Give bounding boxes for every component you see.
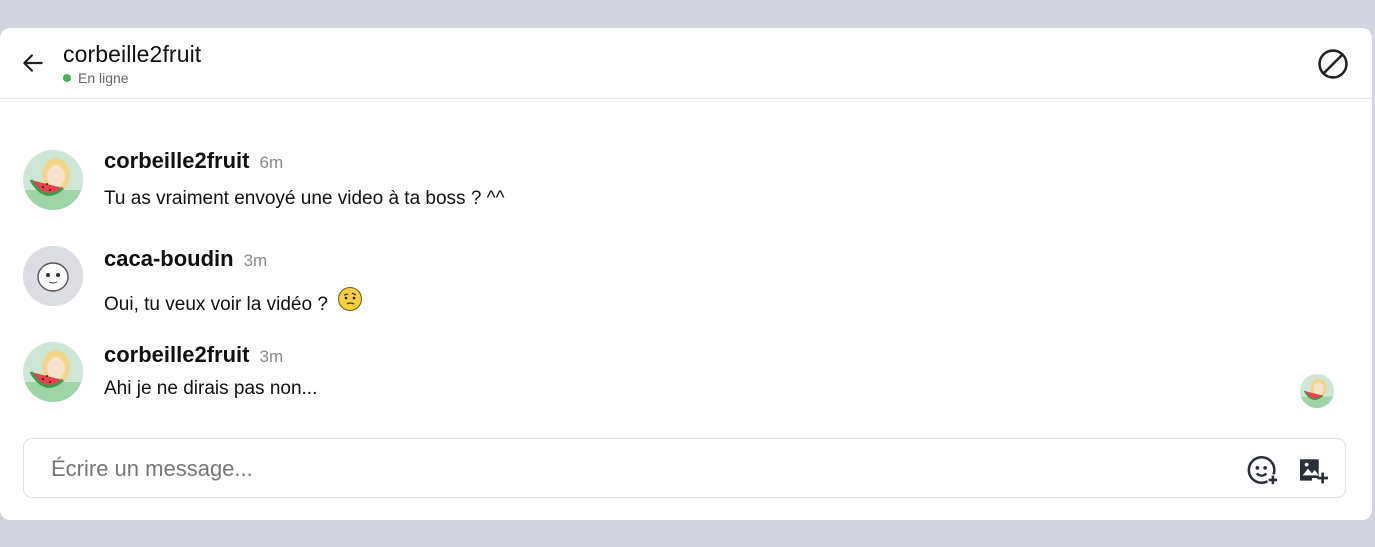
image-add-icon[interactable]	[1296, 454, 1328, 486]
online-dot	[63, 74, 71, 82]
message-composer	[23, 438, 1346, 499]
message-time: 3m	[259, 347, 284, 366]
online-status: En ligne	[63, 70, 129, 86]
arrow-left-icon[interactable]	[20, 50, 46, 76]
status-label: En ligne	[78, 70, 129, 86]
chat-header: corbeille2fruit En ligne	[0, 28, 1372, 99]
default-face-avatar-icon	[23, 246, 83, 306]
avatar[interactable]	[23, 150, 83, 210]
message-text: Tu as vraiment envoyé une video à ta bos…	[104, 188, 505, 209]
block-icon[interactable]	[1316, 47, 1350, 81]
message-author: corbeille2fruit	[104, 148, 250, 173]
message-input[interactable]	[49, 439, 1233, 499]
avatar[interactable]	[23, 342, 83, 402]
thinking-face-icon	[338, 287, 363, 311]
message-author: corbeille2fruit	[104, 342, 250, 367]
watermelon-girl-avatar-icon	[23, 150, 83, 210]
message-time: 6m	[259, 153, 284, 172]
message-author: caca-boudin	[104, 246, 234, 271]
chat-panel: corbeille2fruit En ligne corbeille2fruit…	[0, 28, 1372, 520]
emoji-add-icon[interactable]	[1246, 453, 1280, 487]
message-text: Ahi je ne dirais pas non...	[104, 378, 318, 399]
chat-title: corbeille2fruit	[63, 41, 202, 67]
watermelon-girl-avatar-icon	[23, 342, 83, 402]
watermelon-girl-avatar-icon	[1300, 374, 1334, 408]
message-text: Oui, tu veux voir la vidéo ?	[104, 294, 328, 315]
read-receipt-avatar	[1300, 374, 1334, 408]
avatar[interactable]	[23, 246, 83, 306]
message-time: 3m	[243, 251, 268, 270]
message-text-row: Oui, tu veux voir la vidéo ?	[104, 286, 363, 316]
